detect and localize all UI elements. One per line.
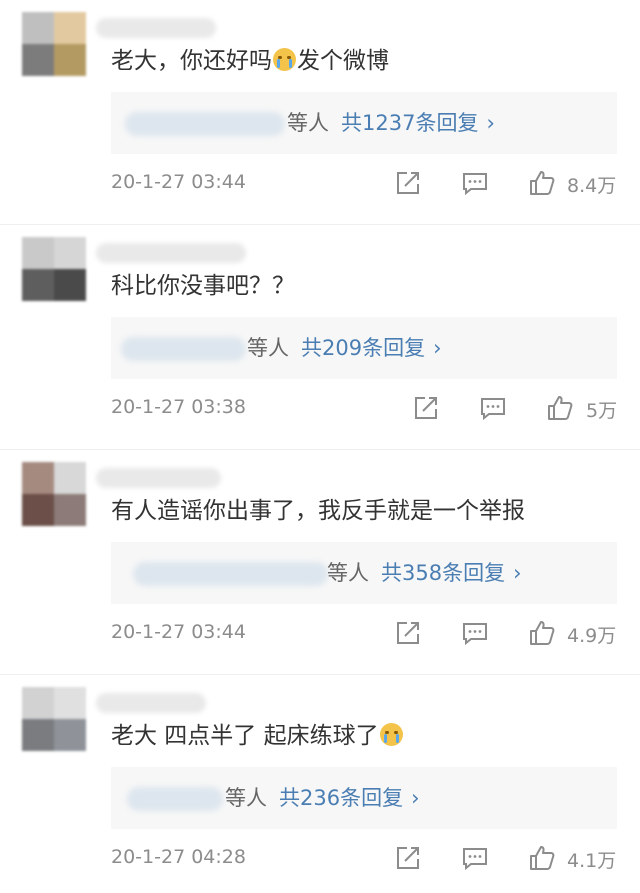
- comment-time: 20-1-27 03:44: [111, 171, 246, 193]
- comment-time: 20-1-27 03:38: [111, 396, 246, 418]
- avatar-pixel: [22, 719, 55, 751]
- chevron-right-icon: ›: [411, 786, 420, 810]
- avatar-pixel: [22, 237, 55, 270]
- replier-names-redacted: [125, 112, 285, 136]
- reply-summary[interactable]: 等人 共236条回复 ›: [111, 767, 617, 829]
- avatar-pixel: [22, 462, 55, 495]
- comment-text: 老大 四点半了 起床练球了: [111, 719, 404, 753]
- like-count: 5万: [586, 400, 618, 422]
- comment-icon[interactable]: [480, 395, 506, 421]
- comment-item: 科比你没事吧？？ 等人 共209条回复 › 20-1-27 03:38 5万: [0, 225, 640, 450]
- like-count: 8.4万: [567, 175, 617, 197]
- reply-who: 等人: [287, 111, 329, 135]
- reply-summary[interactable]: 等人 共1237条回复 ›: [111, 92, 617, 154]
- avatar-pixel: [22, 269, 55, 301]
- avatar[interactable]: [22, 237, 86, 301]
- avatar[interactable]: [22, 12, 86, 76]
- reply-count-link[interactable]: 共1237条回复: [341, 111, 478, 135]
- reply-who: 等人: [225, 786, 267, 810]
- avatar-pixel: [54, 12, 86, 45]
- chevron-right-icon: ›: [433, 336, 442, 360]
- chevron-right-icon: ›: [486, 111, 495, 135]
- comment-text: 科比你没事吧？？: [111, 273, 295, 299]
- username-redacted[interactable]: [96, 693, 206, 713]
- avatar-pixel: [22, 494, 55, 526]
- avatar-pixel: [22, 44, 55, 76]
- avatar[interactable]: [22, 462, 86, 526]
- avatar-pixel: [22, 12, 55, 45]
- share-icon[interactable]: [413, 395, 439, 421]
- avatar-pixel: [54, 237, 86, 270]
- comment-item: 老大 四点半了 起床练球了 等人 共236条回复 › 20-1-27 04:28 4…: [0, 675, 640, 893]
- username-redacted[interactable]: [96, 468, 221, 488]
- avatar-pixel: [54, 44, 86, 76]
- reply-summary[interactable]: 等人 共209条回复 ›: [111, 317, 617, 379]
- comment-icon[interactable]: [462, 845, 488, 871]
- thumbs-up-icon[interactable]: [547, 395, 573, 421]
- reply-count-link[interactable]: 共236条回复: [279, 786, 403, 810]
- thumbs-up-icon[interactable]: [529, 845, 555, 871]
- comment-icon[interactable]: [462, 170, 488, 196]
- replier-names-redacted: [121, 337, 246, 361]
- reply-count-link[interactable]: 共358条回复: [381, 561, 505, 585]
- thumbs-up-icon[interactable]: [529, 170, 555, 196]
- avatar-pixel: [22, 687, 55, 720]
- reply-count-link[interactable]: 共209条回复: [301, 336, 425, 360]
- crying-emoji-icon: [273, 48, 296, 71]
- replier-names-redacted: [133, 562, 328, 586]
- comment-time: 20-1-27 04:28: [111, 846, 246, 868]
- reply-summary[interactable]: 等人 共358条回复 ›: [111, 542, 617, 604]
- avatar-pixel: [54, 687, 86, 720]
- comment-time: 20-1-27 03:44: [111, 621, 246, 643]
- chevron-right-icon: ›: [513, 561, 522, 585]
- username-redacted[interactable]: [96, 18, 216, 38]
- share-icon[interactable]: [395, 170, 421, 196]
- thumbs-up-icon[interactable]: [529, 620, 555, 646]
- reply-who: 等人: [327, 561, 369, 585]
- comment-item: 有人造谣你出事了，我反手就是一个举报 等人 共358条回复 › 20-1-27 03…: [0, 450, 640, 675]
- avatar-pixel: [54, 719, 86, 751]
- like-count: 4.1万: [567, 850, 617, 872]
- like-count: 4.9万: [567, 625, 617, 647]
- avatar-pixel: [54, 462, 86, 495]
- avatar-pixel: [54, 269, 86, 301]
- comment-item: 老大，你还好吗 发个微博 等人 共1237条回复 › 20-1-27 03:44 8.…: [0, 0, 640, 225]
- comment-text: 有人造谣你出事了，我反手就是一个举报: [111, 498, 525, 524]
- share-icon[interactable]: [395, 845, 421, 871]
- comment-text: 老大，你还好吗 发个微博: [111, 48, 389, 74]
- crying-emoji-icon: [379, 723, 403, 746]
- avatar-pixel: [54, 494, 86, 526]
- username-redacted[interactable]: [96, 243, 246, 263]
- share-icon[interactable]: [395, 620, 421, 646]
- avatar[interactable]: [22, 687, 86, 751]
- reply-who: 等人: [247, 336, 289, 360]
- replier-names-redacted: [127, 787, 223, 811]
- comment-icon[interactable]: [462, 620, 488, 646]
